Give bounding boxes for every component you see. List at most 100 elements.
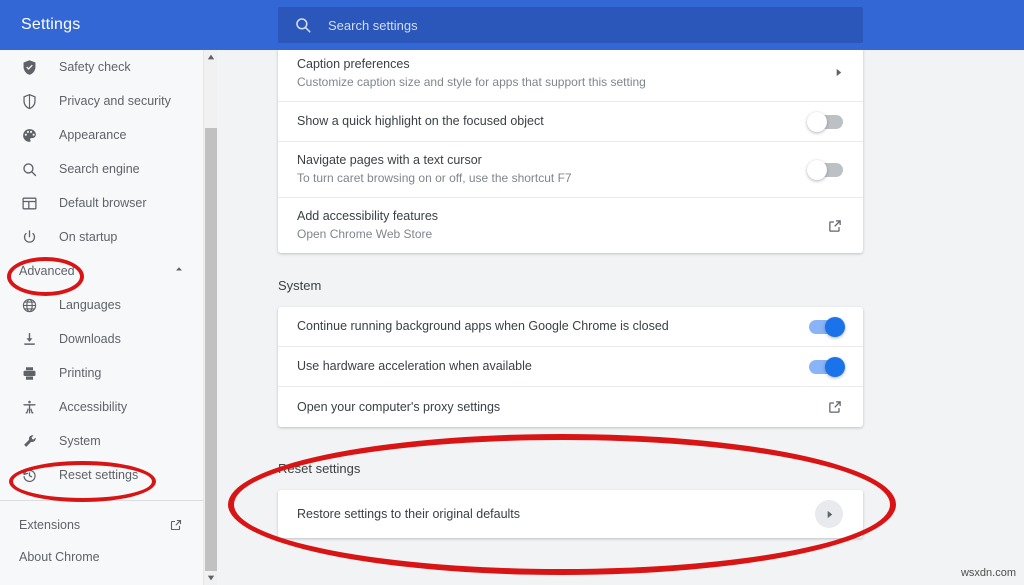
sidebar-item-label: Appearance	[59, 128, 126, 142]
row-title: Continue running background apps when Go…	[297, 318, 809, 335]
row-text: Continue running background apps when Go…	[297, 308, 809, 345]
section-label-system: System	[278, 278, 321, 293]
row-text: Show a quick highlight on the focused ob…	[297, 103, 809, 140]
sidebar-item-advanced[interactable]: Advanced	[0, 254, 203, 288]
sidebar-divider	[0, 500, 203, 501]
power-icon	[19, 227, 39, 247]
settings-page: Settings Safety check	[0, 0, 1024, 585]
row-text: Caption preferences Customize caption si…	[297, 50, 834, 101]
sidebar-item-label: Search engine	[59, 162, 140, 176]
sidebar-item-label: Extensions	[19, 518, 169, 532]
sidebar-item-label: Advanced	[19, 264, 173, 278]
sidebar-item-downloads[interactable]: Downloads	[0, 322, 203, 356]
sidebar-item-system[interactable]: System	[0, 424, 203, 458]
sidebar-item-label: System	[59, 434, 101, 448]
sidebar-item-reset-settings[interactable]: Reset settings	[0, 458, 203, 492]
main-content: Caption preferences Customize caption si…	[218, 50, 1024, 585]
row-text: Add accessibility features Open Chrome W…	[297, 198, 827, 253]
toggle-knob	[825, 317, 845, 337]
row-restore-defaults[interactable]: Restore settings to their original defau…	[278, 490, 863, 538]
system-settings-card: Continue running background apps when Go…	[278, 307, 863, 427]
sidebar-item-label: About Chrome	[19, 550, 183, 564]
palette-icon	[19, 125, 39, 145]
external-link-icon	[169, 518, 183, 532]
toggle-background-apps[interactable]	[809, 320, 843, 334]
row-text: Restore settings to their original defau…	[297, 496, 815, 533]
chevron-right-icon[interactable]	[834, 68, 843, 80]
scroll-down-arrow-icon[interactable]	[204, 571, 218, 585]
section-label-reset-settings: Reset settings	[278, 461, 360, 476]
toggle-knob	[807, 160, 827, 180]
sidebar-item-safety-check[interactable]: Safety check	[0, 50, 203, 84]
search-box[interactable]	[278, 7, 863, 43]
page-title: Settings	[0, 16, 278, 34]
safety-check-icon	[19, 57, 39, 77]
row-title: Navigate pages with a text cursor	[297, 152, 809, 169]
sidebar: Safety check Privacy and security Appear…	[0, 50, 203, 585]
sidebar-item-label: Default browser	[59, 196, 147, 210]
sidebar-item-label: Accessibility	[59, 400, 127, 414]
row-background-apps[interactable]: Continue running background apps when Go…	[278, 307, 863, 347]
sidebar-item-extensions[interactable]: Extensions	[0, 509, 203, 541]
shield-icon	[19, 91, 39, 111]
search-input[interactable]	[328, 18, 847, 33]
row-hardware-acceleration[interactable]: Use hardware acceleration when available	[278, 347, 863, 387]
row-title: Caption preferences	[297, 56, 834, 73]
printer-icon	[19, 363, 39, 383]
row-title: Use hardware acceleration when available	[297, 358, 809, 375]
row-quick-highlight[interactable]: Show a quick highlight on the focused ob…	[278, 102, 863, 142]
reset-settings-card: Restore settings to their original defau…	[278, 490, 863, 538]
toggle-hardware-acceleration[interactable]	[809, 360, 843, 374]
sidebar-scrollbar-thumb[interactable]	[205, 128, 217, 571]
chevron-right-icon[interactable]	[815, 500, 843, 528]
sidebar-item-label: Privacy and security	[59, 94, 171, 108]
sidebar-item-label: Printing	[59, 366, 101, 380]
row-subtitle: Customize caption size and style for app…	[297, 74, 834, 91]
sidebar-item-languages[interactable]: Languages	[0, 288, 203, 322]
scroll-up-arrow-icon[interactable]	[204, 50, 218, 64]
sidebar-item-privacy-and-security[interactable]: Privacy and security	[0, 84, 203, 118]
row-title: Show a quick highlight on the focused ob…	[297, 113, 809, 130]
sidebar-item-label: Languages	[59, 298, 121, 312]
row-caption-preferences[interactable]: Caption preferences Customize caption si…	[278, 50, 863, 102]
search-icon	[19, 159, 39, 179]
chevron-up-icon	[173, 262, 185, 280]
accessibility-icon	[19, 397, 39, 417]
sidebar-item-accessibility[interactable]: Accessibility	[0, 390, 203, 424]
row-subtitle: Open Chrome Web Store	[297, 226, 827, 243]
watermark: wsxdn.com	[961, 567, 1016, 579]
sidebar-scrollbar[interactable]	[203, 50, 217, 585]
sidebar-item-appearance[interactable]: Appearance	[0, 118, 203, 152]
sidebar-item-default-browser[interactable]: Default browser	[0, 186, 203, 220]
globe-icon	[19, 295, 39, 315]
sidebar-item-about-chrome[interactable]: About Chrome	[0, 541, 203, 573]
sidebar-item-search-engine[interactable]: Search engine	[0, 152, 203, 186]
sidebar-item-label: On startup	[59, 230, 117, 244]
row-title: Open your computer's proxy settings	[297, 399, 827, 416]
browser-window-icon	[19, 193, 39, 213]
accessibility-settings-card: Caption preferences Customize caption si…	[278, 50, 863, 253]
row-title: Add accessibility features	[297, 208, 827, 225]
sidebar-item-printing[interactable]: Printing	[0, 356, 203, 390]
sidebar-item-label: Downloads	[59, 332, 121, 346]
row-proxy-settings[interactable]: Open your computer's proxy settings	[278, 387, 863, 427]
row-subtitle: To turn caret browsing on or off, use th…	[297, 170, 809, 187]
row-add-accessibility-features[interactable]: Add accessibility features Open Chrome W…	[278, 198, 863, 253]
external-link-icon[interactable]	[827, 399, 843, 415]
toggle-quick-highlight[interactable]	[809, 115, 843, 129]
app-header: Settings	[0, 0, 1024, 50]
row-caret-browsing[interactable]: Navigate pages with a text cursor To tur…	[278, 142, 863, 198]
row-text: Use hardware acceleration when available	[297, 348, 809, 385]
sidebar-item-label: Safety check	[59, 60, 131, 74]
row-text: Navigate pages with a text cursor To tur…	[297, 142, 809, 197]
download-icon	[19, 329, 39, 349]
sidebar-item-label: Reset settings	[59, 468, 138, 482]
wrench-icon	[19, 431, 39, 451]
history-restore-icon	[19, 465, 39, 485]
sidebar-item-on-startup[interactable]: On startup	[0, 220, 203, 254]
toggle-knob	[825, 357, 845, 377]
toggle-caret-browsing[interactable]	[809, 163, 843, 177]
toggle-knob	[807, 112, 827, 132]
external-link-icon[interactable]	[827, 218, 843, 234]
row-text: Open your computer's proxy settings	[297, 389, 827, 426]
